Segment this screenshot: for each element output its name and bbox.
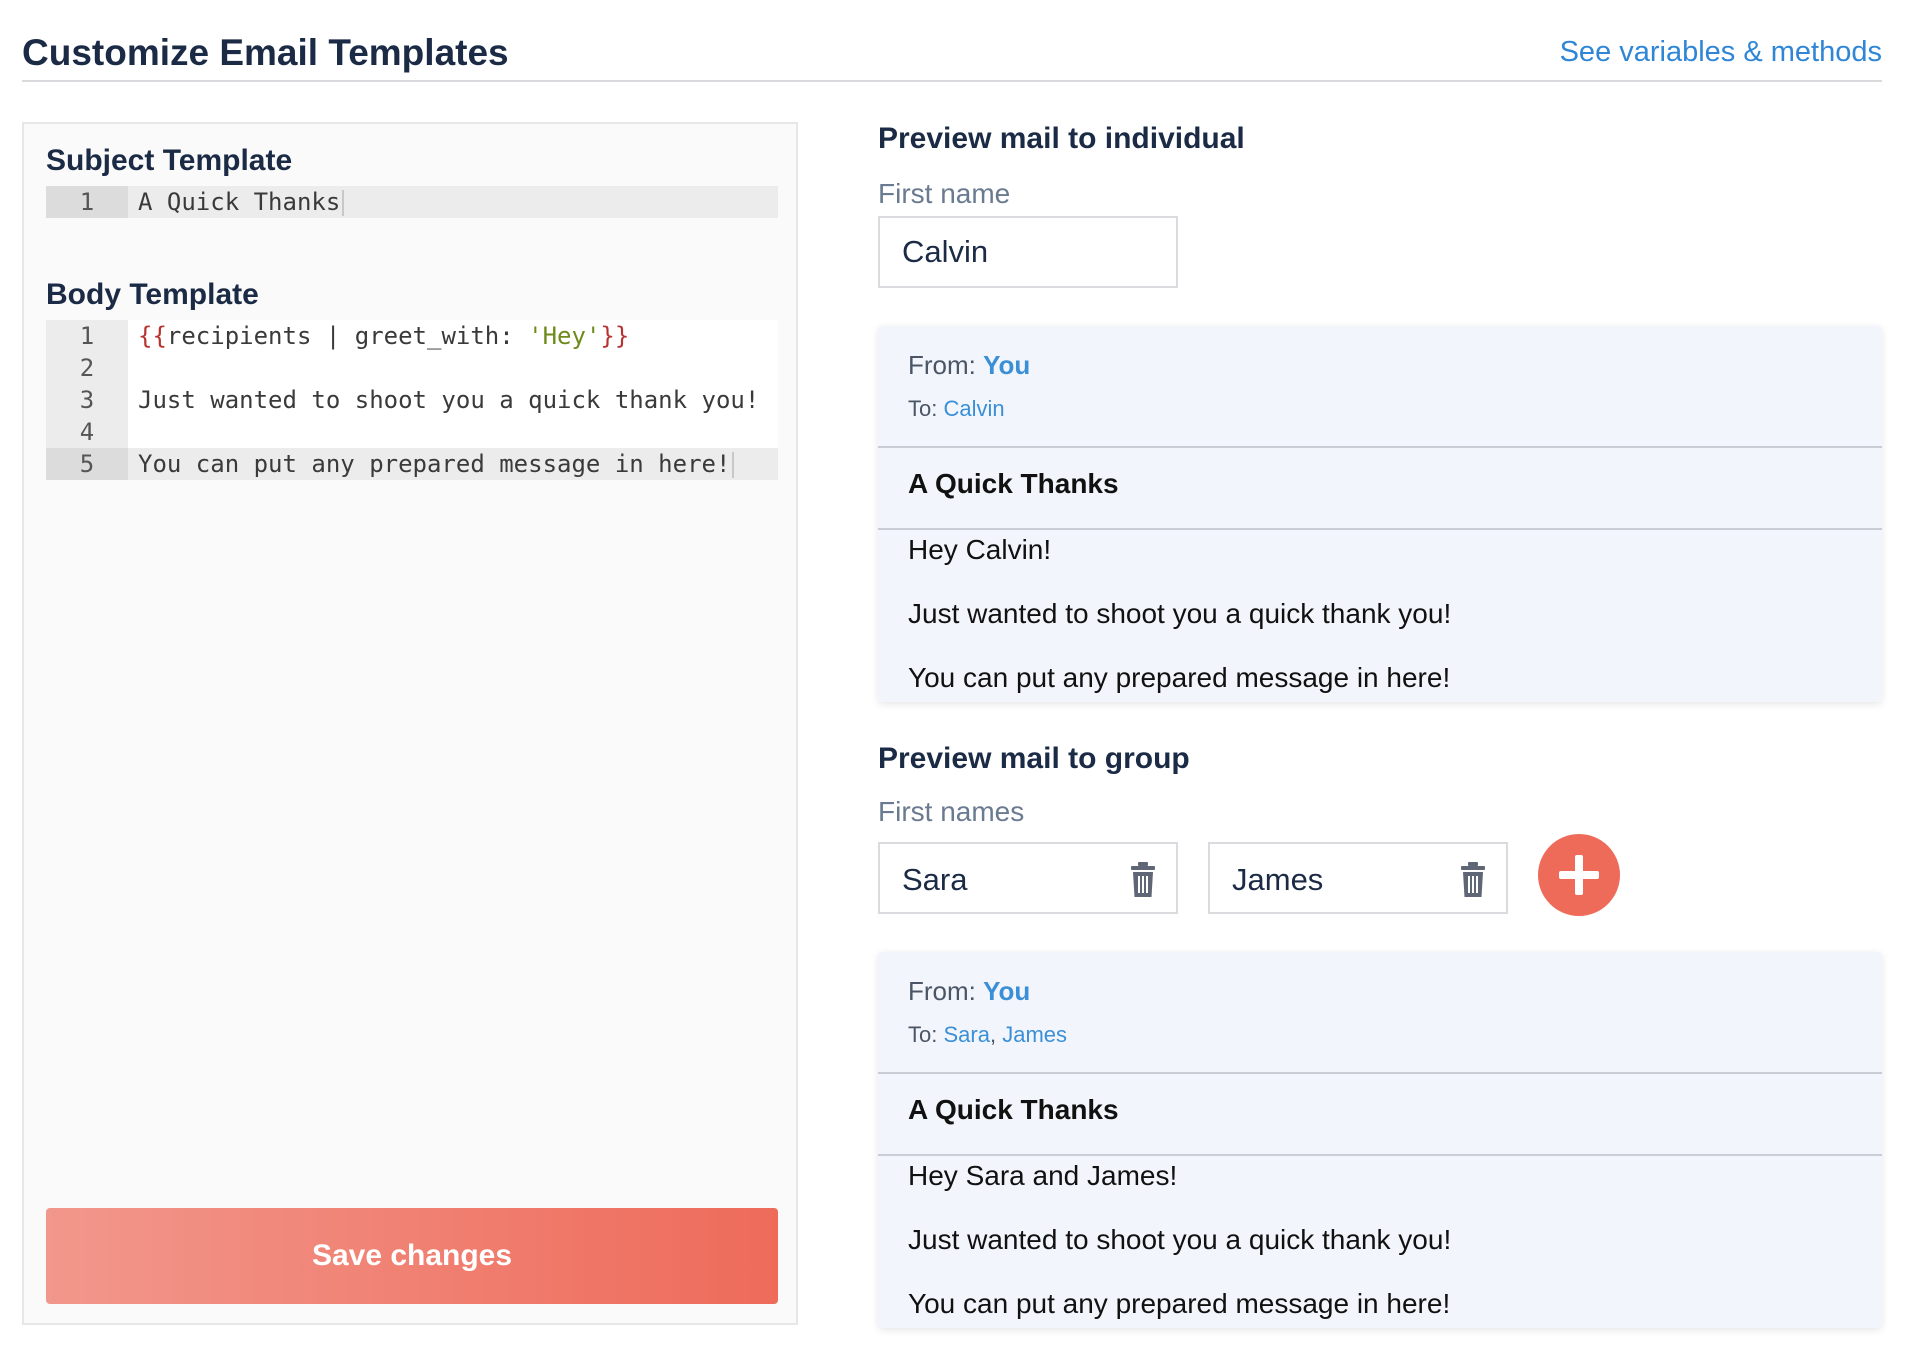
to-label: To:: [908, 396, 938, 421]
line-number: 1: [46, 186, 128, 218]
body-editor[interactable]: 1 {{recipients | greet_with: 'Hey'}} 2 3…: [46, 320, 778, 480]
code-text: [128, 352, 778, 384]
mail-divider: [878, 528, 1882, 530]
code-text: recipients | greet_with:: [166, 322, 529, 350]
text-cursor: [732, 452, 735, 478]
preview-individual-title: Preview mail to individual: [878, 122, 1245, 155]
group-name-input[interactable]: James: [1208, 842, 1508, 914]
code-brace-open: {{: [138, 322, 167, 350]
mail-body-line: You can put any prepared message in here…: [908, 1288, 1451, 1319]
mail-body-line: Just wanted to shoot you a quick thank y…: [908, 598, 1452, 629]
code-text: Just wanted to shoot you a quick thank y…: [128, 384, 778, 416]
from-label: From:: [908, 350, 976, 380]
code-line[interactable]: 4: [46, 416, 778, 448]
from-sender: You: [983, 350, 1031, 380]
mail-divider: [878, 446, 1882, 448]
first-name-input[interactable]: [878, 216, 1178, 288]
plus-icon: [1575, 855, 1583, 895]
template-editor-panel: Subject Template 1 A Quick Thanks Body T…: [22, 122, 798, 1325]
mail-body-line: Just wanted to shoot you a quick thank y…: [908, 1224, 1452, 1255]
mail-divider: [878, 1154, 1882, 1156]
to-recipient: Calvin: [943, 396, 1005, 421]
text-cursor: [342, 190, 345, 216]
code-line[interactable]: 5 You can put any prepared message in he…: [46, 448, 778, 480]
group-name-input[interactable]: Sara: [878, 842, 1178, 914]
page-title: Customize Email Templates: [22, 32, 509, 73]
line-number: 3: [46, 384, 128, 416]
subject-template-title: Subject Template: [46, 144, 293, 177]
preview-group-title: Preview mail to group: [878, 742, 1190, 775]
from-label: From:: [908, 976, 976, 1006]
code-line[interactable]: 2: [46, 352, 778, 384]
mail-body-line: Hey Sara and James!: [908, 1160, 1178, 1191]
first-names-label: First names: [878, 796, 1025, 827]
mail-to: To: Calvin: [908, 396, 1005, 422]
code-brace-close: }}: [600, 322, 630, 350]
mail-subject: A Quick Thanks: [908, 468, 1119, 499]
mail-from: From: You: [908, 350, 1030, 381]
mail-body-line: You can put any prepared message in here…: [908, 662, 1451, 693]
mail-subject: A Quick Thanks: [908, 1094, 1119, 1125]
body-template-title: Body Template: [46, 278, 259, 311]
from-sender: You: [983, 976, 1031, 1006]
line-number: 4: [46, 416, 128, 448]
line-number: 5: [46, 448, 128, 480]
add-name-button[interactable]: [1538, 834, 1620, 916]
mail-body-line: Hey Calvin!: [908, 534, 1052, 565]
page-header: Customize Email Templates See variables …: [22, 28, 1882, 82]
mail-from: From: You: [908, 976, 1030, 1007]
trash-icon[interactable]: [1458, 862, 1488, 898]
individual-mail-preview: From: You To: Calvin A Quick Thanks Hey …: [878, 326, 1882, 702]
first-name-label: First name: [878, 178, 1011, 209]
to-recipient: James: [1002, 1022, 1067, 1047]
recipient-separator: ,: [989, 1022, 1003, 1047]
code-text: You can put any prepared message in here…: [138, 450, 731, 478]
code-line[interactable]: 1 A Quick Thanks: [46, 186, 778, 218]
to-label: To:: [908, 1022, 938, 1047]
preview-panel: Preview mail to individual First name Fr…: [878, 122, 1882, 1332]
code-line[interactable]: 3 Just wanted to shoot you a quick thank…: [46, 384, 778, 416]
group-name-value: James: [1232, 862, 1324, 897]
subject-editor[interactable]: 1 A Quick Thanks: [46, 186, 778, 218]
group-name-value: Sara: [902, 862, 968, 897]
group-mail-preview: From: You To: Sara, James A Quick Thanks…: [878, 952, 1882, 1328]
to-recipient: Sara: [943, 1022, 990, 1047]
see-variables-link[interactable]: See variables & methods: [1560, 36, 1882, 69]
mail-to: To: Sara, James: [908, 1022, 1067, 1048]
trash-icon[interactable]: [1128, 862, 1158, 898]
line-number: 1: [46, 320, 128, 352]
save-changes-button[interactable]: Save changes: [46, 1208, 778, 1304]
code-text: [128, 416, 778, 448]
code-line[interactable]: 1 {{recipients | greet_with: 'Hey'}}: [46, 320, 778, 352]
code-text: A Quick Thanks: [138, 188, 341, 216]
code-string: 'Hey': [528, 322, 601, 350]
mail-divider: [878, 1072, 1882, 1074]
line-number: 2: [46, 352, 128, 384]
